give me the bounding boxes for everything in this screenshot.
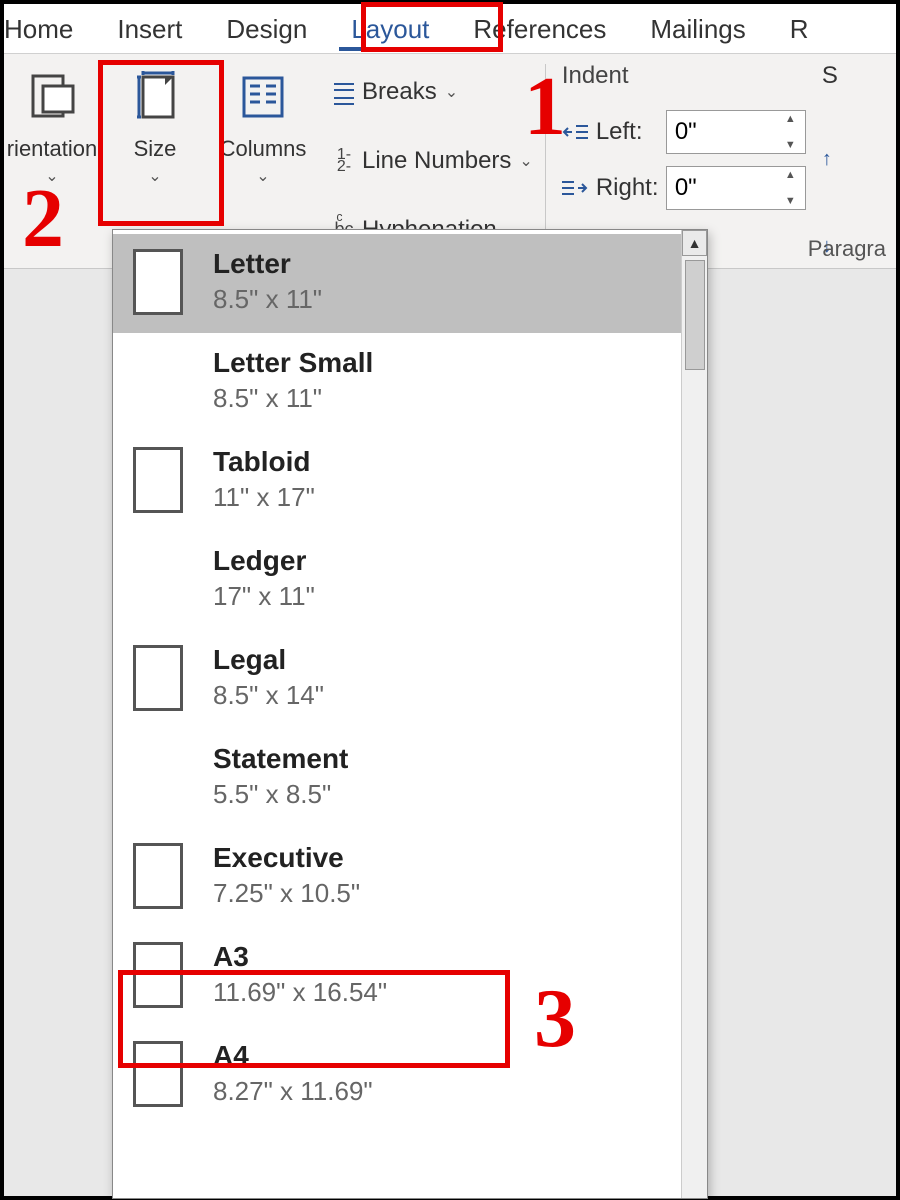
size-option-dims: 8.27" x 11.69" [213, 1076, 373, 1107]
size-option-tabloid[interactable]: Tabloid 11" x 17" [113, 432, 681, 531]
size-option-legal[interactable]: Legal 8.5" x 14" [113, 630, 681, 729]
page-thumb-icon [133, 942, 183, 1008]
indent-left-label: Left: [596, 118, 666, 146]
columns-icon [236, 62, 290, 132]
size-option-statement[interactable]: Statement 5.5" x 8.5" [113, 729, 681, 828]
tab-layout[interactable]: Layout [329, 6, 451, 53]
size-icon [125, 62, 185, 132]
size-option-name: Legal [213, 644, 324, 676]
size-option-name: Executive [213, 842, 360, 874]
spinner-buttons[interactable]: ▲▼ [785, 113, 803, 151]
orientation-button[interactable]: rientation ⌄ [4, 54, 100, 268]
size-option-name: Tabloid [213, 446, 315, 478]
size-option-name: Letter [213, 248, 322, 280]
size-option-name: A3 [213, 941, 387, 973]
size-option-name: A4 [213, 1040, 373, 1072]
indent-right-icon [562, 178, 596, 198]
page-thumb-icon [133, 546, 183, 612]
page-thumb-icon [133, 645, 183, 711]
chevron-down-icon: ⌄ [45, 166, 58, 186]
tab-references[interactable]: References [451, 6, 628, 53]
line-numbers-label: Line Numbers [362, 147, 511, 175]
breaks-label: Breaks [362, 78, 437, 106]
chevron-down-icon: ⌄ [519, 151, 532, 171]
paragraph-group-label: Paragra [808, 236, 896, 262]
orientation-label: rientation [7, 136, 98, 162]
chevron-down-icon: ⌄ [445, 82, 458, 102]
tab-design[interactable]: Design [204, 6, 329, 53]
tab-mailings[interactable]: Mailings [628, 6, 767, 53]
page-thumb-icon [133, 447, 183, 513]
indent-left-icon [562, 122, 596, 142]
size-option-letter-small[interactable]: Letter Small 8.5" x 11" [113, 333, 681, 432]
tab-r-cut[interactable]: R [768, 6, 809, 53]
page-thumb-icon [133, 348, 183, 414]
indent-title: Indent [562, 62, 806, 90]
size-option-dims: 8.5" x 11" [213, 284, 322, 315]
size-option-letter[interactable]: Letter 8.5" x 11" [113, 234, 681, 333]
ribbon-tabs: Home Insert Design Layout References Mai… [4, 4, 896, 54]
tab-active-underline [339, 47, 441, 51]
size-option-dims: 11.69" x 16.54" [213, 977, 387, 1008]
line-numbers-icon: 1-2- [326, 149, 362, 173]
size-option-executive[interactable]: Executive 7.25" x 10.5" [113, 828, 681, 927]
spinner-buttons[interactable]: ▲▼ [785, 169, 803, 207]
page-thumb-icon [133, 843, 183, 909]
breaks-icon [326, 78, 362, 106]
size-option-name: Letter Small [213, 347, 373, 379]
size-option-a3[interactable]: A3 11.69" x 16.54" [113, 927, 681, 1026]
spacing-before-icon: ↑ [822, 142, 838, 177]
scroll-up-button[interactable]: ▲ [682, 230, 707, 256]
indent-right-input[interactable]: ▲▼ [666, 166, 806, 210]
chevron-down-icon: ⌄ [148, 166, 161, 186]
tab-insert[interactable]: Insert [95, 6, 204, 53]
size-options-list: Letter 8.5" x 11" Letter Small 8.5" x 11" Ta… [113, 230, 681, 1198]
size-option-dims: 5.5" x 8.5" [213, 779, 348, 810]
size-option-a4[interactable]: A4 8.27" x 11.69" [113, 1026, 681, 1125]
scrollbar[interactable]: ▲ [681, 230, 707, 1198]
indent-left-field[interactable] [667, 118, 767, 146]
breaks-button[interactable]: Breaks ⌄ [322, 72, 537, 112]
indent-right-field[interactable] [667, 174, 767, 202]
indent-left-input[interactable]: ▲▼ [666, 110, 806, 154]
size-option-dims: 17" x 11" [213, 581, 315, 612]
scroll-thumb[interactable] [685, 260, 705, 370]
size-option-dims: 8.5" x 11" [213, 383, 373, 414]
size-label: Size [134, 136, 177, 162]
size-option-dims: 7.25" x 10.5" [213, 878, 360, 909]
page-thumb-icon [133, 1041, 183, 1107]
size-dropdown-menu: Letter 8.5" x 11" Letter Small 8.5" x 11" Ta… [112, 229, 708, 1199]
page-thumb-icon [133, 744, 183, 810]
tab-layout-label: Layout [351, 14, 429, 44]
columns-label: Columns [220, 136, 307, 162]
indent-right-label: Right: [596, 174, 666, 202]
size-option-dims: 8.5" x 14" [213, 680, 324, 711]
orientation-icon [25, 62, 79, 132]
size-option-dims: 11" x 17" [213, 482, 315, 513]
size-option-ledger[interactable]: Ledger 17" x 11" [113, 531, 681, 630]
chevron-down-icon: ⌄ [256, 166, 269, 186]
spacing-label-cut: S [822, 62, 838, 90]
line-numbers-button[interactable]: 1-2- Line Numbers ⌄ [322, 141, 537, 181]
size-option-name: Statement [213, 743, 348, 775]
size-option-name: Ledger [213, 545, 315, 577]
page-thumb-icon [133, 249, 183, 315]
tab-home[interactable]: Home [4, 6, 95, 53]
